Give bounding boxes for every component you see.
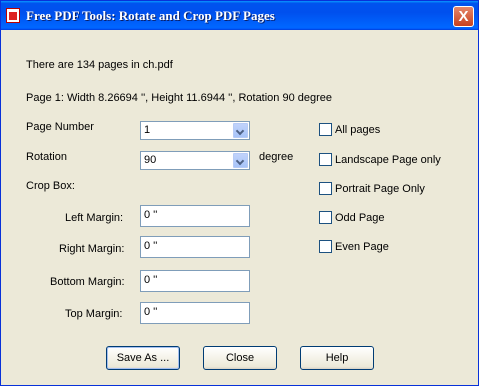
right-margin-input[interactable]: 0 '' <box>140 236 250 258</box>
even-page-checkbox[interactable] <box>319 240 332 253</box>
save-as-button[interactable]: Save As ... <box>106 346 180 370</box>
even-page-label[interactable]: Even Page <box>335 241 389 253</box>
top-margin-input[interactable]: 0 '' <box>140 302 250 324</box>
page-number-value: 1 <box>144 124 151 136</box>
crop-box-label: Crop Box: <box>26 180 75 192</box>
close-button[interactable]: Close <box>203 346 277 370</box>
bottom-margin-label: Bottom Margin: <box>50 276 125 288</box>
chevron-down-icon[interactable] <box>233 153 248 168</box>
dialog-window: Free PDF Tools: Rotate and Crop PDF Page… <box>0 0 479 386</box>
rotation-select[interactable]: 90 <box>140 151 250 170</box>
portrait-only-checkbox[interactable] <box>319 182 332 195</box>
pages-count-text: There are 134 pages in ch.pdf <box>26 59 173 71</box>
dialog-content: There are 134 pages in ch.pdf Page 1: Wi… <box>1 30 478 385</box>
title-bar[interactable]: Free PDF Tools: Rotate and Crop PDF Page… <box>1 1 478 30</box>
left-margin-input[interactable]: 0 '' <box>140 205 250 227</box>
landscape-only-checkbox[interactable] <box>319 153 332 166</box>
odd-page-label[interactable]: Odd Page <box>335 212 385 224</box>
page-info-text: Page 1: Width 8.26694 '', Height 11.6944… <box>26 92 333 104</box>
all-pages-checkbox[interactable] <box>319 123 332 136</box>
close-window-button[interactable]: X <box>453 6 474 27</box>
right-margin-label: Right Margin: <box>59 243 125 255</box>
page-number-label: Page Number <box>26 121 94 133</box>
all-pages-label[interactable]: All pages <box>335 124 380 136</box>
help-button[interactable]: Help <box>300 346 374 370</box>
rotation-unit: degree <box>259 151 294 163</box>
chevron-down-icon[interactable] <box>233 123 248 138</box>
bottom-margin-input[interactable]: 0 '' <box>140 270 250 292</box>
rotation-label: Rotation <box>26 151 67 163</box>
page-number-select[interactable]: 1 <box>140 121 250 140</box>
window-title: Free PDF Tools: Rotate and Crop PDF Page… <box>26 8 275 23</box>
rotation-value: 90 <box>144 154 157 166</box>
pdf-app-icon <box>6 8 20 23</box>
top-margin-label: Top Margin: <box>65 308 123 320</box>
portrait-only-label[interactable]: Portrait Page Only <box>335 183 425 195</box>
odd-page-checkbox[interactable] <box>319 211 332 224</box>
landscape-only-label[interactable]: Landscape Page only <box>335 154 441 166</box>
left-margin-label: Left Margin: <box>65 212 124 224</box>
